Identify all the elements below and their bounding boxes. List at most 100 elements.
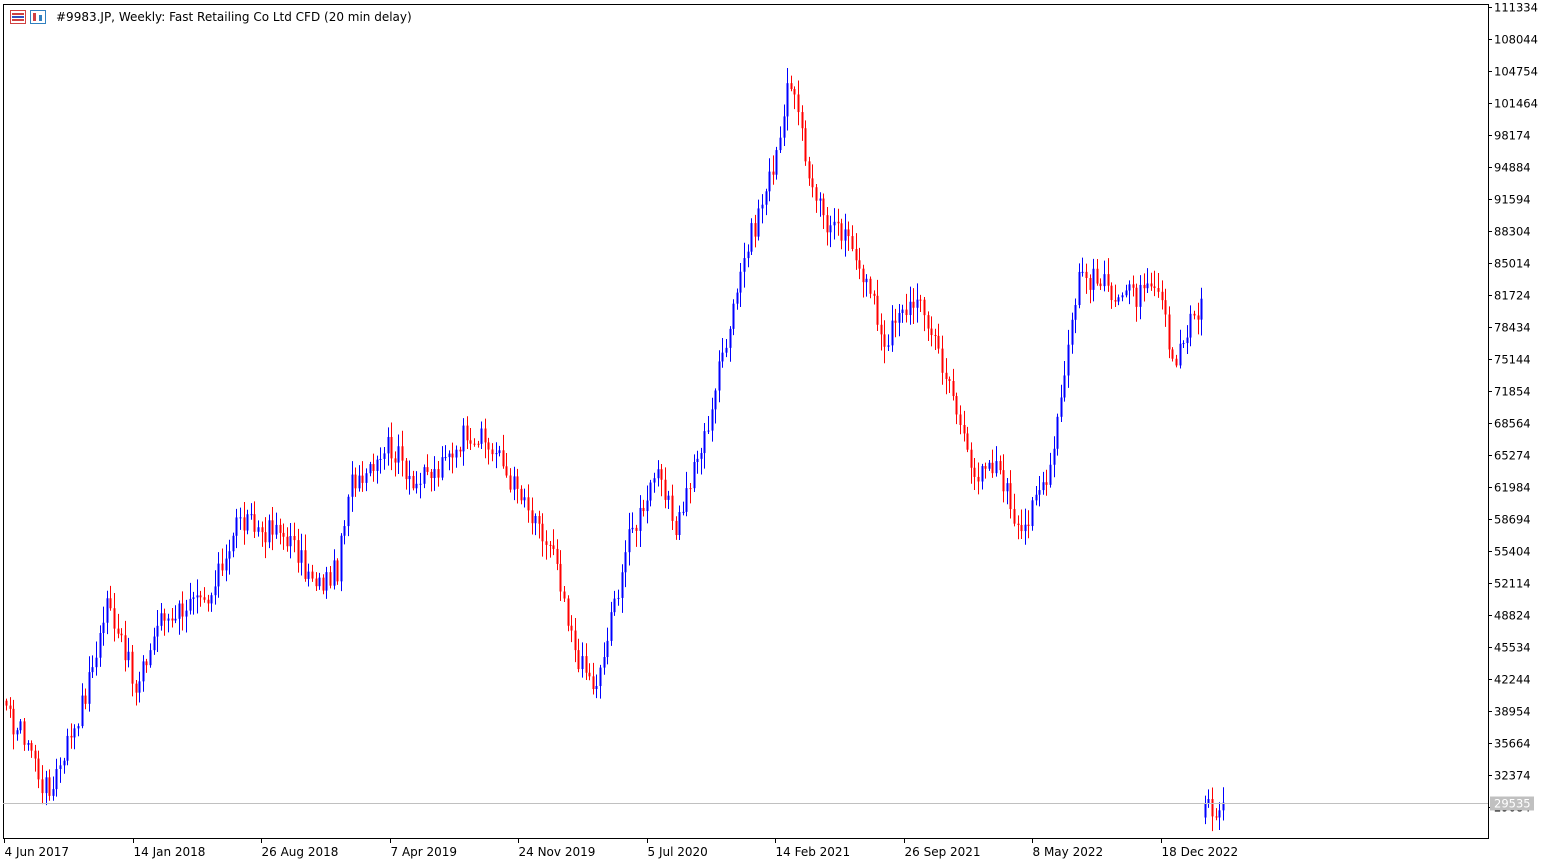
- candle-body: [1024, 524, 1027, 532]
- candle-body: [167, 618, 170, 621]
- candle-body: [1128, 284, 1131, 291]
- candle-body: [203, 597, 206, 600]
- current-price-label: 29535: [1494, 797, 1531, 811]
- candle-body: [815, 187, 818, 201]
- candle-body: [1161, 291, 1164, 301]
- candle-body: [1143, 284, 1146, 289]
- candle-body: [750, 223, 753, 252]
- candle-body: [657, 469, 660, 479]
- candle-body: [408, 475, 411, 480]
- candle-body: [1020, 524, 1023, 532]
- y-tick-label: 48824: [1494, 609, 1531, 623]
- candle-body: [959, 414, 962, 426]
- candle-body: [390, 436, 393, 459]
- candle-body: [1092, 268, 1095, 290]
- candle-body: [1114, 300, 1117, 302]
- y-tick-label: 61984: [1494, 481, 1531, 495]
- candle-body: [347, 496, 350, 527]
- candle-body: [988, 462, 991, 469]
- candle-body: [30, 743, 33, 751]
- candle-body: [855, 248, 858, 261]
- candle-body: [711, 409, 714, 431]
- candle-body: [707, 430, 710, 432]
- candle-body: [387, 436, 390, 454]
- candle-body: [595, 686, 598, 690]
- candle-body: [538, 516, 541, 524]
- candle-body: [754, 223, 757, 237]
- candle-body: [617, 597, 620, 599]
- candle-body: [127, 651, 130, 661]
- candle-body: [937, 335, 940, 349]
- candle-body: [1035, 494, 1038, 501]
- candle-body: [192, 597, 195, 599]
- candle-body: [703, 431, 706, 454]
- settings-chart-icon[interactable]: [30, 10, 46, 24]
- candle-body: [12, 708, 15, 735]
- candle-body: [365, 473, 368, 483]
- candle-body: [430, 471, 433, 478]
- y-tick-label: 108044: [1494, 33, 1538, 47]
- candle-chart-icon[interactable]: [10, 10, 26, 24]
- candle-body: [858, 260, 861, 269]
- candle-body: [1164, 300, 1167, 315]
- candle-body: [779, 137, 782, 151]
- candle-body: [77, 726, 80, 729]
- candle-body: [279, 524, 282, 533]
- candle-body: [639, 507, 642, 531]
- candle-body: [253, 514, 256, 532]
- candle-body: [5, 700, 8, 706]
- candle-body: [531, 510, 534, 524]
- candle-body: [487, 442, 490, 450]
- x-tick-label: 7 Apr 2019: [391, 845, 458, 859]
- candle-body: [1056, 416, 1059, 449]
- y-tick-label: 65274: [1494, 449, 1531, 463]
- candle-body: [736, 292, 739, 304]
- candle-body: [221, 563, 224, 571]
- candle-body: [502, 450, 505, 467]
- candle-body: [109, 598, 112, 609]
- candle-body: [59, 765, 62, 769]
- candle-body: [185, 610, 188, 617]
- candle-body: [174, 618, 177, 621]
- candle-body: [505, 466, 508, 476]
- candle-body: [210, 595, 213, 604]
- candle-body: [34, 750, 37, 759]
- x-tick-label: 14 Jan 2018: [134, 845, 206, 859]
- candle-body: [577, 650, 580, 670]
- candle-body: [268, 520, 271, 543]
- candle-body: [70, 735, 73, 738]
- candle-body: [37, 758, 40, 780]
- candle-body: [426, 467, 429, 472]
- candle-body: [16, 730, 19, 735]
- candle-body: [919, 299, 922, 301]
- candle-body: [271, 520, 274, 535]
- candle-body: [952, 380, 955, 397]
- candle-body: [1189, 313, 1192, 338]
- candle-body: [574, 630, 577, 651]
- candle-body: [1182, 343, 1185, 345]
- y-tick-label: 85014: [1494, 257, 1531, 271]
- candle-body: [563, 591, 566, 599]
- candle-body: [405, 460, 408, 480]
- candle-body: [534, 516, 537, 524]
- candle-body: [189, 598, 192, 611]
- candle-body: [1200, 298, 1203, 320]
- candle-body: [635, 527, 638, 531]
- candle-body: [772, 171, 775, 175]
- chart-area[interactable]: #9983.JP, Weekly: Fast Retailing Co Ltd …: [0, 0, 1544, 862]
- candle-body: [19, 721, 22, 731]
- candle-body: [246, 514, 249, 531]
- candle-body: [275, 524, 278, 535]
- candle-body: [354, 474, 357, 489]
- candle-body: [549, 544, 552, 546]
- candle-body: [138, 681, 141, 693]
- candle-body: [1110, 285, 1113, 301]
- candle-body: [480, 428, 483, 444]
- candle-body: [419, 483, 422, 485]
- candle-body: [631, 527, 634, 530]
- candle-body: [761, 204, 764, 209]
- candle-body: [927, 315, 930, 329]
- y-tick-label: 55404: [1494, 545, 1531, 559]
- candle-body: [459, 449, 462, 452]
- candle-body: [865, 278, 868, 283]
